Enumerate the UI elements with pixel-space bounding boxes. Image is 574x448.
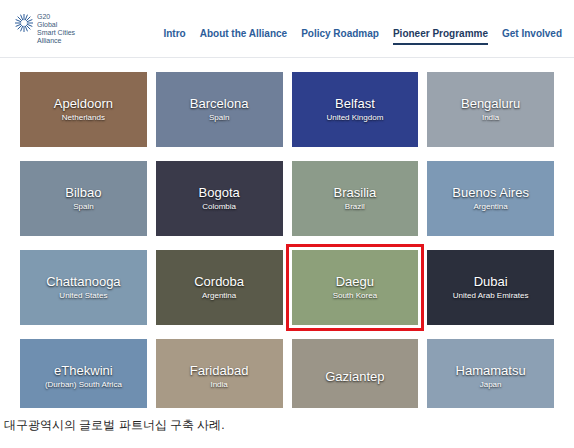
country-name: United States bbox=[59, 291, 107, 301]
city-name: Buenos Aires bbox=[452, 185, 529, 200]
logo-icon bbox=[14, 13, 34, 33]
city-card[interactable]: Barcelona Spain bbox=[156, 72, 283, 147]
nav-item[interactable]: Pioneer Programme bbox=[393, 26, 488, 45]
city-card[interactable]: Faridabad India bbox=[156, 339, 283, 408]
city-name: Bengaluru bbox=[461, 96, 520, 111]
page: G20GlobalSmart CitiesAlliance Intro About … bbox=[0, 0, 574, 448]
logo-text: Smart Cities bbox=[37, 29, 75, 37]
city-name: Faridabad bbox=[190, 363, 249, 378]
country-name: India bbox=[482, 113, 499, 123]
logo[interactable]: G20GlobalSmart CitiesAlliance bbox=[14, 13, 75, 45]
city-card[interactable]: Dubai United Arab Emirates bbox=[427, 250, 554, 325]
nav-item[interactable]: About the Alliance bbox=[200, 26, 287, 45]
city-name: Brasilia bbox=[334, 185, 377, 200]
city-card[interactable]: eThekwini (Durban) South Africa bbox=[20, 339, 147, 408]
country-name: Colombia bbox=[202, 202, 236, 212]
city-card[interactable]: Bengaluru India bbox=[427, 72, 554, 147]
city-name: Daegu bbox=[336, 274, 374, 289]
city-card[interactable]: Hamamatsu Japan bbox=[427, 339, 554, 408]
card-grid-frame: Apeldoorn Netherlands Barcelona Spain Belfas… bbox=[0, 58, 574, 408]
nav-item[interactable]: Intro bbox=[163, 26, 185, 45]
country-name: Argentina bbox=[474, 202, 508, 212]
logo-text: Alliance bbox=[37, 37, 75, 45]
country-name: Argentina bbox=[202, 291, 236, 301]
city-name: Dubai bbox=[474, 274, 508, 289]
card-grid: Apeldoorn Netherlands Barcelona Spain Belfas… bbox=[20, 72, 554, 408]
city-name: Hamamatsu bbox=[456, 363, 526, 378]
city-card[interactable]: Belfast United Kingdom bbox=[292, 72, 419, 147]
city-name: Chattanooga bbox=[46, 274, 120, 289]
city-name: Apeldoorn bbox=[54, 96, 113, 111]
country-name: Spain bbox=[209, 113, 229, 123]
country-name: Japan bbox=[480, 380, 502, 390]
city-card[interactable]: Daegu South Korea bbox=[292, 250, 419, 325]
city-name: Bogota bbox=[199, 185, 240, 200]
city-card[interactable]: Brasilia Brazil bbox=[292, 161, 419, 236]
city-card[interactable]: Apeldoorn Netherlands bbox=[20, 72, 147, 147]
city-card[interactable]: Buenos Aires Argentina bbox=[427, 161, 554, 236]
country-name: United Arab Emirates bbox=[453, 291, 529, 301]
country-name: Spain bbox=[73, 202, 93, 212]
city-card[interactable]: Gaziantep bbox=[292, 339, 419, 408]
city-name: eThekwini bbox=[54, 363, 113, 378]
country-name: India bbox=[210, 380, 227, 390]
city-name: Bilbao bbox=[65, 185, 101, 200]
nav-item[interactable]: Get Involved bbox=[502, 26, 562, 45]
city-name: Gaziantep bbox=[325, 369, 384, 384]
nav: Intro About the Alliance Policy Roadmap Pio… bbox=[163, 12, 562, 45]
city-name: Cordoba bbox=[194, 274, 244, 289]
city-name: Barcelona bbox=[190, 96, 249, 111]
header: G20GlobalSmart CitiesAlliance Intro About … bbox=[0, 0, 574, 58]
city-card[interactable]: Bogota Colombia bbox=[156, 161, 283, 236]
caption: 대구광역시의 글로벌 파트너십 구축 사례. bbox=[0, 408, 574, 434]
city-card[interactable]: Chattanooga United States bbox=[20, 250, 147, 325]
city-card[interactable]: Cordoba Argentina bbox=[156, 250, 283, 325]
country-name: South Korea bbox=[333, 291, 377, 301]
country-name: Netherlands bbox=[62, 113, 105, 123]
country-name: Brazil bbox=[345, 202, 365, 212]
nav-item[interactable]: Policy Roadmap bbox=[301, 26, 379, 45]
city-name: Belfast bbox=[335, 96, 375, 111]
city-card[interactable]: Bilbao Spain bbox=[20, 161, 147, 236]
country-name: United Kingdom bbox=[326, 113, 383, 123]
logo-text: Global bbox=[37, 21, 75, 29]
logo-text: G20 bbox=[37, 13, 75, 21]
country-name: (Durban) South Africa bbox=[45, 380, 122, 390]
